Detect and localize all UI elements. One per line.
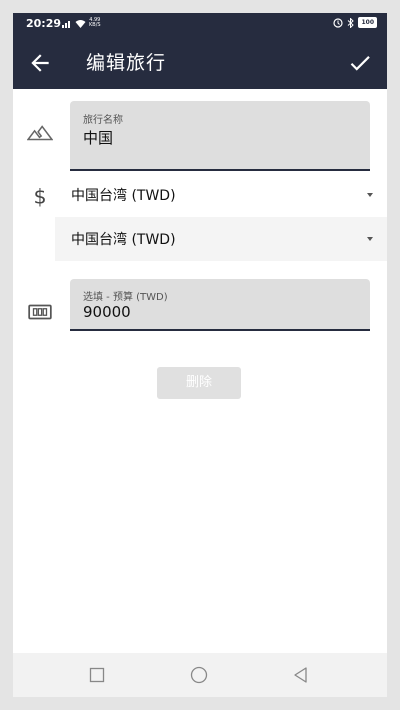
trip-name-value: 中国	[83, 129, 114, 147]
network-speed: 4.99 KB/S	[89, 17, 101, 28]
app-toolbar: 编辑旅行	[13, 35, 387, 89]
status-left-icons: 4.99 KB/S	[62, 18, 101, 28]
chevron-down-icon	[367, 193, 373, 197]
budget-label: 选填 - 预算 (TWD)	[83, 292, 168, 303]
status-time: 20:29	[26, 17, 62, 30]
trip-name-label: 旅行名称	[83, 115, 123, 126]
back-nav-icon[interactable]	[291, 665, 311, 685]
dollar-icon: $	[33, 185, 46, 209]
wifi-icon	[75, 19, 86, 28]
bluetooth-icon	[348, 17, 355, 28]
delete-button[interactable]: 删除	[157, 367, 241, 399]
currency-primary-value: 中国台湾 (TWD)	[71, 188, 176, 204]
currency-select-primary[interactable]: 中国台湾 (TWD)	[55, 173, 387, 217]
page-title: 编辑旅行	[86, 52, 167, 74]
chevron-down-icon	[367, 237, 373, 241]
terrain-icon	[27, 125, 53, 141]
svg-text:$: $	[33, 185, 46, 209]
currency-secondary-value: 中国台湾 (TWD)	[71, 232, 176, 248]
currency-select-secondary[interactable]: 中国台湾 (TWD)	[55, 217, 387, 261]
home-icon[interactable]	[189, 665, 209, 685]
signal-icon	[62, 20, 70, 28]
status-bar: 20:29 4.99 KB/S 100	[13, 13, 387, 35]
arrow-back-icon[interactable]	[27, 50, 53, 76]
system-nav-bar	[13, 653, 387, 697]
check-icon[interactable]	[347, 50, 373, 76]
budget-value: 90000	[83, 303, 131, 321]
battery-indicator: 100	[358, 17, 377, 28]
recent-apps-icon[interactable]	[87, 665, 107, 685]
budget-field[interactable]: 选填 - 预算 (TWD) 90000	[70, 279, 370, 331]
trip-name-field[interactable]: 旅行名称 中国	[70, 101, 370, 171]
status-right-icons: 100	[333, 17, 377, 28]
phone-screen: 20:29 4.99 KB/S 100 编辑旅行 旅行名称 中国 $ 中国台湾 …	[13, 13, 387, 697]
money-icon	[28, 304, 52, 320]
alarm-icon	[333, 17, 344, 28]
